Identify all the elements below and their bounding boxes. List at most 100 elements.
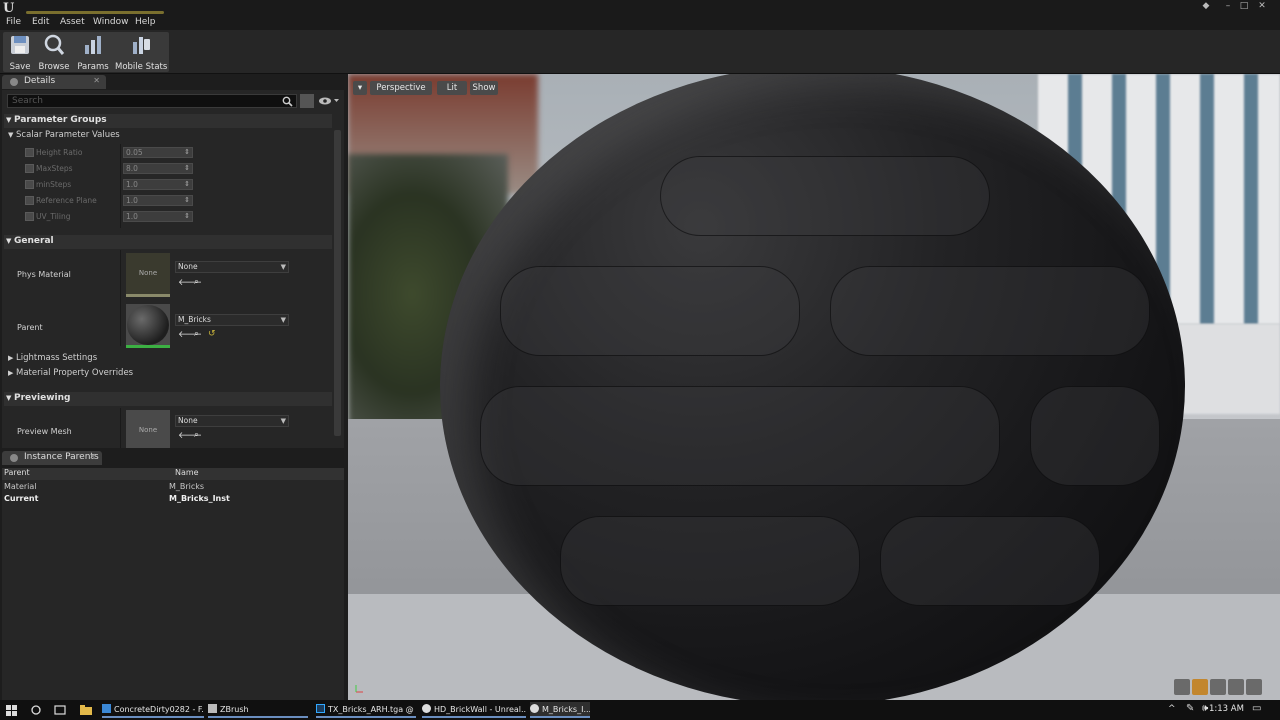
param-row-min-steps: minSteps 1.0 ⇕ <box>4 177 332 193</box>
brick-shape <box>660 156 990 236</box>
view-options-icon[interactable] <box>300 94 314 108</box>
param-row-reference-plane: Reference Plane 1.0 ⇕ <box>4 193 332 209</box>
general-header[interactable]: ▼ General <box>4 235 332 249</box>
clock[interactable]: 1:13 AM <box>1209 704 1244 714</box>
override-checkbox[interactable] <box>25 212 34 221</box>
menu-file[interactable]: File <box>6 17 21 27</box>
preview-mesh-thumbnail[interactable]: None <box>126 410 170 448</box>
maximize-icon[interactable]: □ <box>1238 1 1250 11</box>
param-value-field[interactable]: 8.0 ⇕ <box>123 163 193 174</box>
close-icon[interactable]: ✕ <box>1256 1 1268 11</box>
mobile-stats-button[interactable]: Mobile Stats <box>115 34 167 72</box>
close-tab-icon[interactable]: ✕ <box>89 452 96 461</box>
spinner-icon[interactable]: ⇕ <box>184 212 190 220</box>
column-header-name[interactable]: Name <box>175 468 199 477</box>
collapse-arrow-icon: ▼ <box>6 237 12 245</box>
file-explorer-icon[interactable] <box>80 705 92 715</box>
override-checkbox[interactable] <box>25 180 34 189</box>
volume-icon[interactable]: 🕪 <box>1202 703 1208 714</box>
sphere-preview-icon[interactable] <box>1192 679 1208 695</box>
taskbar-item-hd-brickwall[interactable]: HD_BrickWall - Unreal... <box>422 702 526 718</box>
spinner-icon[interactable]: ⇕ <box>184 196 190 204</box>
taskbar-item-photoshop[interactable]: TX_Bricks_ARH.tga @ ... <box>316 702 416 718</box>
taskbar-item-concretedirty[interactable]: ConcreteDirty0282 - F... <box>102 702 204 718</box>
taskbar-item-zbrush[interactable]: ZBrush <box>208 702 308 718</box>
tray-chevron-icon[interactable]: ^ <box>1168 704 1176 714</box>
instance-parents-tab-icon <box>10 454 18 462</box>
editor-tab-accent[interactable] <box>26 11 164 14</box>
menu-help[interactable]: Help <box>135 17 156 27</box>
phys-material-thumbnail[interactable]: None <box>126 253 170 297</box>
menu-asset[interactable]: Asset <box>60 17 85 27</box>
menu-edit[interactable]: Edit <box>32 17 49 27</box>
table-row[interactable]: Material M_Bricks <box>2 482 344 494</box>
show-button[interactable]: Show <box>470 81 498 95</box>
instance-parents-tab[interactable]: Instance Parents ✕ <box>2 451 102 465</box>
param-value-field[interactable]: 1.0 ⇕ <box>123 195 193 206</box>
action-center-icon[interactable]: ▭ <box>1252 703 1261 714</box>
spinner-icon[interactable]: ⇕ <box>184 148 190 156</box>
plane-preview-icon[interactable] <box>1210 679 1226 695</box>
params-button[interactable]: Params <box>75 34 111 72</box>
windows-start-icon[interactable] <box>6 705 17 716</box>
collapse-arrow-icon: ▼ <box>8 131 14 139</box>
teapot-preview-icon[interactable] <box>1246 679 1262 695</box>
close-tab-icon[interactable]: ✕ <box>93 76 100 85</box>
viewport-options-button[interactable]: ▾ <box>353 81 367 95</box>
parent-dropdown[interactable]: M_Bricks ▼ <box>175 314 289 326</box>
chevron-down-icon: ▼ <box>280 263 286 271</box>
preview-mesh-dropdown[interactable]: None ▼ <box>175 415 289 427</box>
material-property-overrides-header[interactable]: ▶ Material Property Overrides <box>4 367 332 381</box>
override-checkbox[interactable] <box>25 164 34 173</box>
param-value-field[interactable]: 1.0 ⇕ <box>123 211 193 222</box>
task-view-icon[interactable] <box>54 705 66 715</box>
phys-material-dropdown[interactable]: None ▼ <box>175 261 289 273</box>
menu-window[interactable]: Window <box>93 17 129 27</box>
details-scrollbar[interactable] <box>334 130 341 436</box>
params-icon <box>85 36 101 54</box>
browse-button[interactable]: Browse <box>37 34 71 72</box>
photoshop-icon <box>316 704 325 713</box>
cortana-icon[interactable] <box>31 705 41 715</box>
reset-to-default-icon[interactable]: ↺ <box>208 329 216 339</box>
override-checkbox[interactable] <box>25 148 34 157</box>
param-row-uv-tiling: UV_Tiling 1.0 ⇕ <box>4 209 332 225</box>
param-value-field[interactable]: 0.05 ⇕ <box>123 147 193 158</box>
cube-preview-icon[interactable] <box>1228 679 1244 695</box>
previewing-header[interactable]: ▼ Previewing <box>4 392 332 406</box>
param-row-max-steps: MaxSteps 8.0 ⇕ <box>4 161 332 177</box>
material-preview-viewport[interactable]: ▾ Perspective Lit Show <box>348 74 1280 700</box>
left-panel: Details ✕ Search ▼ Parameter Groups ▼ Sc… <box>0 74 348 700</box>
notification-icon[interactable]: ◆ <box>1200 1 1212 11</box>
cylinder-preview-icon[interactable] <box>1174 679 1190 695</box>
parameter-groups-header[interactable]: ▼ Parameter Groups <box>4 114 332 128</box>
column-header-parent[interactable]: Parent <box>4 468 30 477</box>
lightmass-settings-header[interactable]: ▶ Lightmass Settings <box>4 352 332 366</box>
menu-bar: File Edit Asset Window Help <box>0 16 1280 30</box>
override-checkbox[interactable] <box>25 196 34 205</box>
axis-gizmo-icon <box>355 685 363 693</box>
expand-arrow-icon: ▶ <box>8 354 14 362</box>
zbrush-icon <box>208 704 217 713</box>
parent-thumbnail[interactable] <box>126 304 170 348</box>
expand-arrow-icon: ▶ <box>8 369 14 377</box>
eye-icon[interactable] <box>318 96 340 106</box>
pen-tray-icon[interactable]: ✎ <box>1186 703 1194 714</box>
minimize-icon[interactable]: – <box>1222 1 1234 11</box>
chevron-down-icon: ▼ <box>280 316 286 324</box>
spinner-icon[interactable]: ⇕ <box>184 180 190 188</box>
browse-asset-icon[interactable]: ⌕ <box>194 430 199 440</box>
taskbar-item-m-bricks[interactable]: M_Bricks_I... <box>530 702 590 718</box>
perspective-button[interactable]: Perspective <box>370 81 432 95</box>
spinner-icon[interactable]: ⇕ <box>184 164 190 172</box>
details-tab[interactable]: Details ✕ <box>2 75 106 89</box>
browse-asset-icon[interactable]: ⌕ <box>194 277 199 287</box>
param-value-field[interactable]: 1.0 ⇕ <box>123 179 193 190</box>
instance-parents-header: Parent Name <box>2 468 344 480</box>
lit-button[interactable]: Lit <box>437 81 467 95</box>
browse-asset-icon[interactable]: ⌕ <box>194 329 199 339</box>
scalar-parameter-values-header[interactable]: ▼ Scalar Parameter Values <box>4 129 332 143</box>
search-input[interactable]: Search <box>7 94 297 108</box>
save-button[interactable]: Save <box>5 34 35 72</box>
table-row[interactable]: Current M_Bricks_Inst <box>2 494 344 506</box>
